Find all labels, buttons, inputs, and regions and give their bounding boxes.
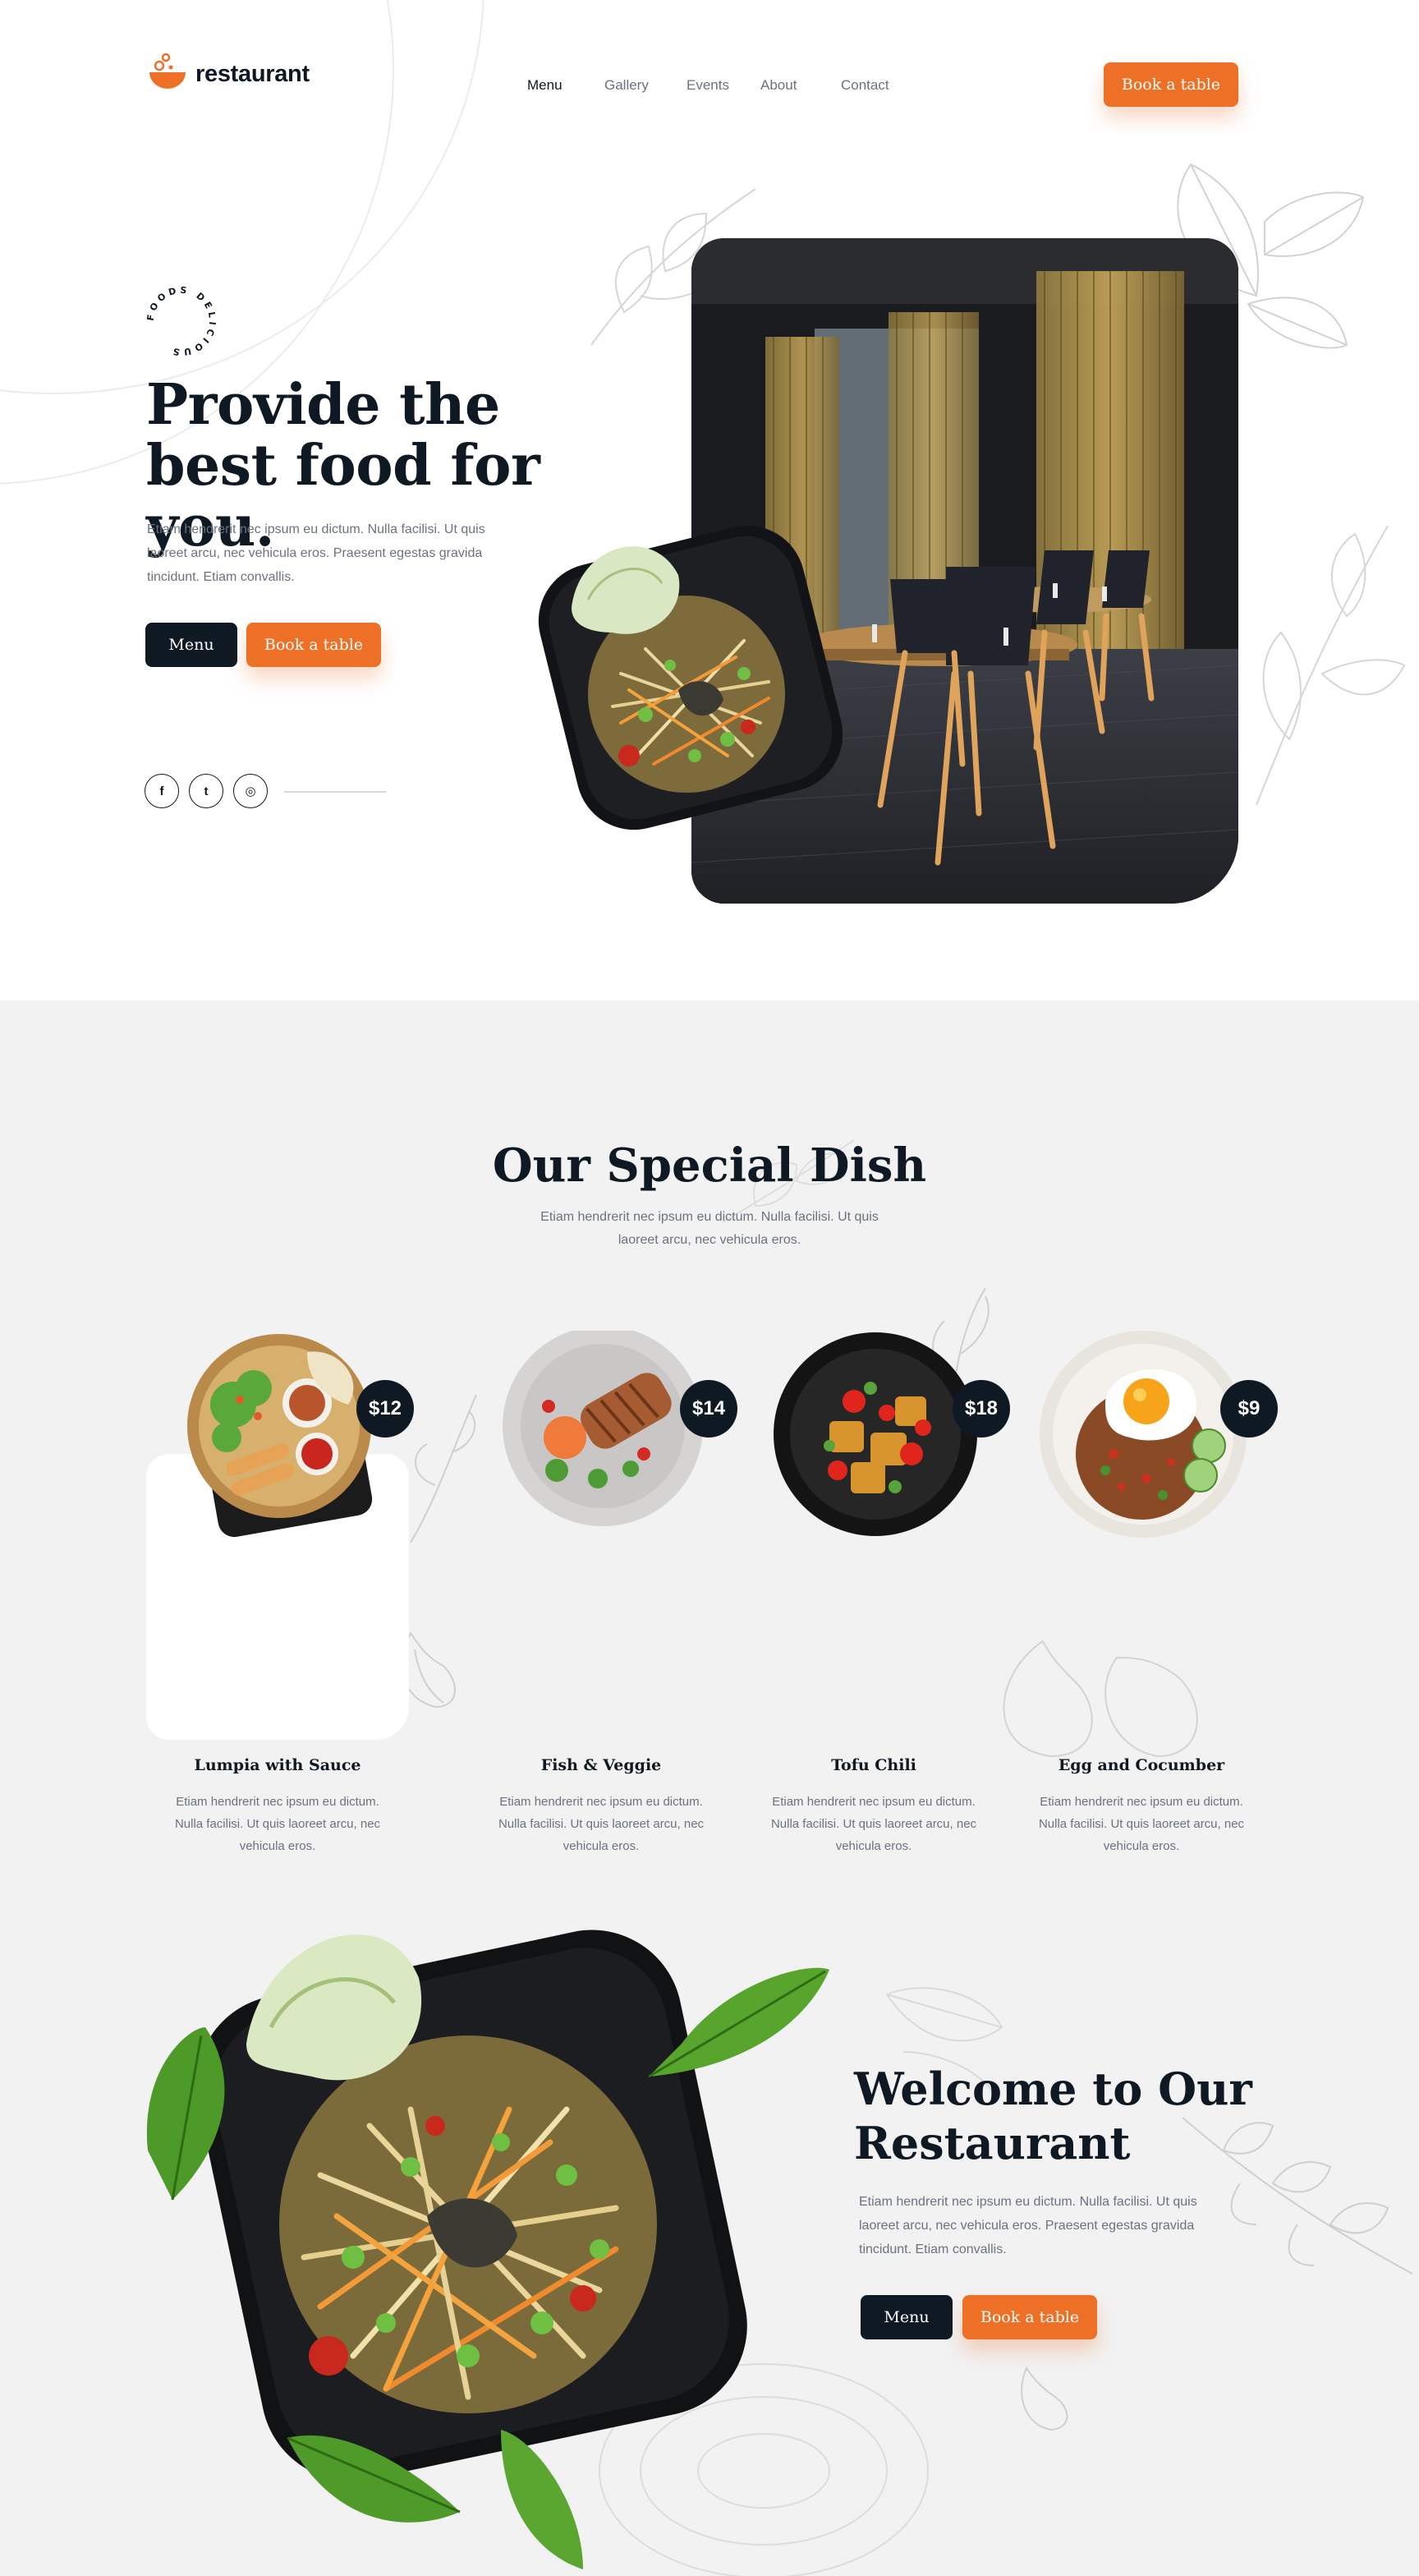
svg-text:FOODS DELICIOUS: FOODS DELICIOUS (145, 285, 218, 358)
dish-name: Fish & Veggie (540, 1756, 662, 1774)
dish-description: Etiam hendrerit nec ipsum eu dictum. Nul… (498, 1795, 705, 1853)
nav-contact[interactable]: Contact (841, 77, 889, 94)
dish-name: Egg and Cocumber (1058, 1756, 1225, 1774)
nav-about[interactable]: About (760, 77, 797, 94)
hero-description: Etiam hendrerit nec ipsum eu dictum. Nul… (147, 522, 485, 584)
fish-veggie-dish-image (499, 1326, 706, 1538)
divider-line (284, 791, 386, 793)
price-badge: $18 (953, 1380, 1010, 1438)
welcome-description: Etiam hendrerit nec ipsum eu dictum. Nul… (859, 2195, 1197, 2256)
special-dish-section: Our Special Dish Etiam hendrerit nec ips… (0, 1000, 1419, 2576)
nav-events[interactable]: Events (687, 77, 729, 94)
papaya-salad-plate-image (140, 1863, 862, 2569)
dish-name: Lumpia with Sauce (194, 1756, 361, 1774)
price-badge: $12 (356, 1380, 414, 1438)
brand-name: restaurant (195, 60, 310, 87)
dish-card[interactable]: $18 Tofu Chili Etiam hendrerit nec ipsum… (742, 1331, 1010, 1853)
nav-menu[interactable]: Menu (527, 77, 563, 94)
dish-card[interactable]: $9 Egg and Cocumber Etiam hendrerit nec … (1010, 1331, 1278, 1853)
leaf-sketch-icon (1256, 525, 1406, 806)
price-badge: $9 (1220, 1380, 1278, 1438)
badge-text: FOODS DELICIOUS (145, 285, 215, 358)
welcome-menu-button[interactable]: Menu (861, 2295, 953, 2339)
welcome-book-table-button[interactable]: Book a table (962, 2295, 1097, 2339)
dish-card[interactable]: $12 Lumpia with Sauce Etiam hendrerit ne… (146, 1331, 414, 1853)
nav-gallery[interactable]: Gallery (604, 77, 649, 94)
welcome-title: Welcome to Our Restaurant (854, 2063, 1252, 2169)
lumpia-dish-image (176, 1331, 383, 1538)
tofu-chili-dish-image (772, 1331, 979, 1538)
dish-description: Etiam hendrerit nec ipsum eu dictum. Nul… (770, 1795, 977, 1853)
brand-logo[interactable]: restaurant (148, 51, 310, 97)
section-title: Our Special Dish (492, 1138, 927, 1193)
hero-book-table-button[interactable]: Book a table (246, 623, 381, 667)
hero-menu-button[interactable]: Menu (145, 623, 237, 667)
dish-name: Tofu Chili (831, 1756, 916, 1774)
garlic-sketch-icon (1021, 2366, 1068, 2431)
dish-description: Etiam hendrerit nec ipsum eu dictum. Nul… (174, 1795, 381, 1853)
dish-card[interactable]: $14 Fish & Veggie Etiam hendrerit nec ip… (470, 1326, 737, 1853)
twitter-icon[interactable]: t (189, 774, 223, 808)
social-links: f t ◎ (145, 774, 268, 808)
nav-book-table-button[interactable]: Book a table (1104, 62, 1238, 107)
foods-delicious-badge: FOODS DELICIOUS (136, 276, 227, 366)
instagram-icon[interactable]: ◎ (233, 774, 268, 808)
section-description: Etiam hendrerit nec ipsum eu dictum. Nul… (540, 1210, 879, 1247)
papaya-salad-plate-image (522, 509, 859, 846)
egg-cucumber-dish-image (1040, 1331, 1247, 1538)
price-badge: $14 (680, 1380, 737, 1438)
facebook-icon[interactable]: f (145, 774, 179, 808)
dish-description: Etiam hendrerit nec ipsum eu dictum. Nul… (1038, 1795, 1245, 1853)
hero-section: restaurant Menu Gallery Events About Con… (0, 0, 1419, 1000)
bowl-logo-icon (148, 51, 187, 97)
